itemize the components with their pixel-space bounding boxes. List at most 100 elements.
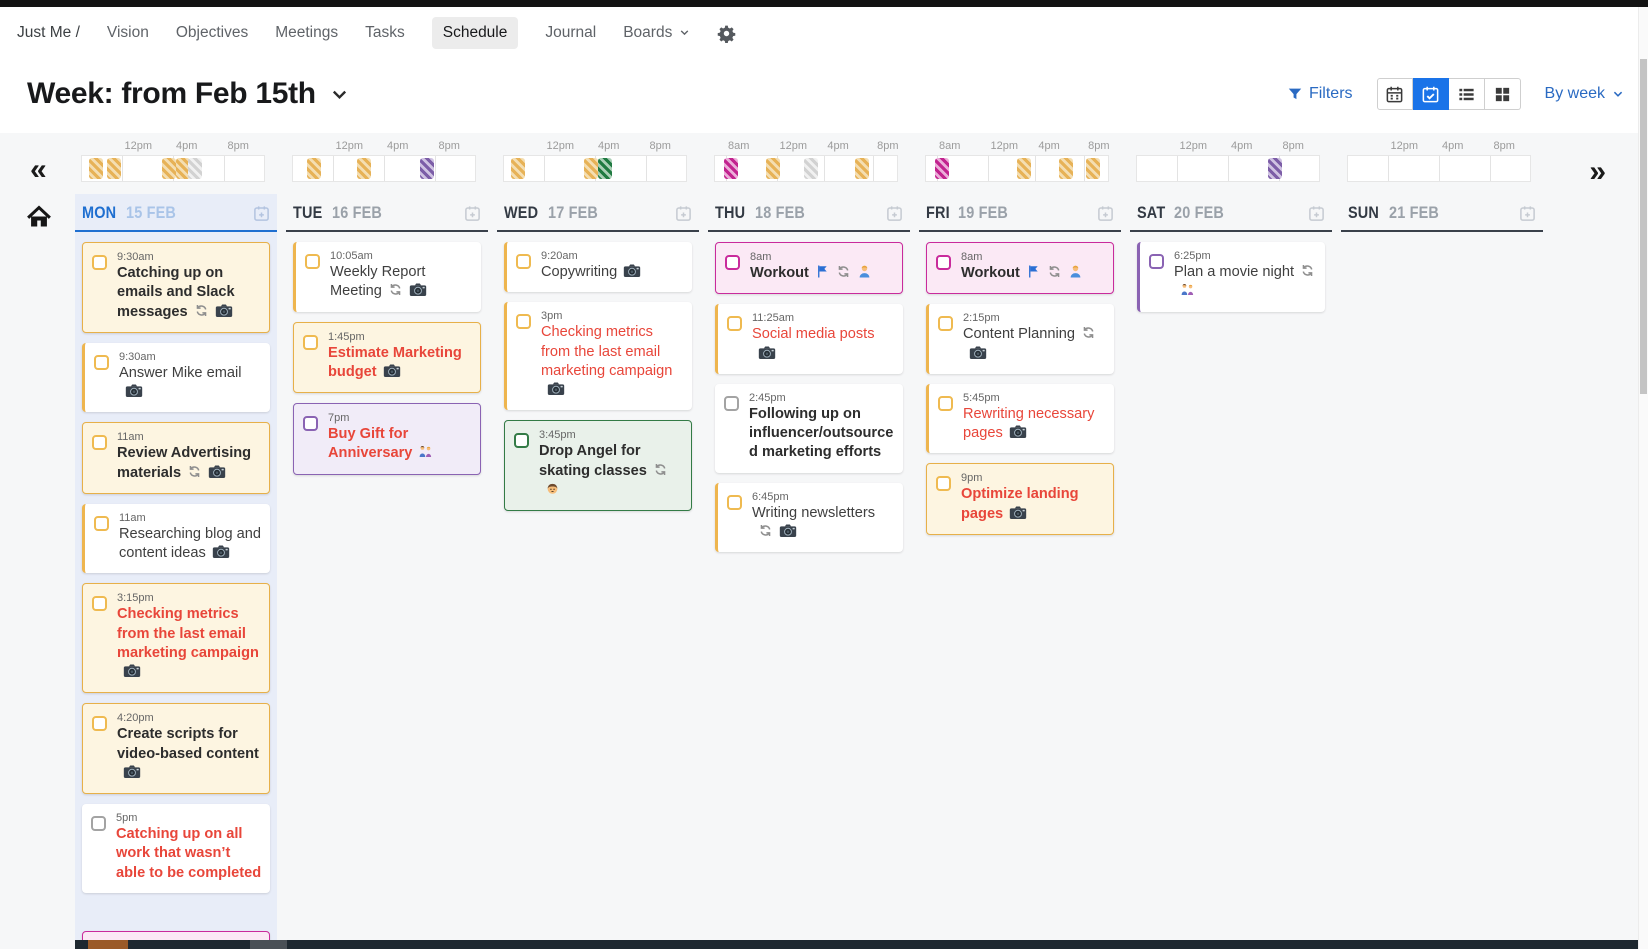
task-card[interactable]: 9:30amCatching up on emails and Slack me… — [82, 242, 270, 333]
task-checkbox[interactable] — [303, 416, 318, 431]
task-title: Weekly Report Meeting — [330, 263, 473, 302]
task-card[interactable]: 4:20pmCreate scripts for video-based con… — [82, 703, 270, 794]
home-icon[interactable] — [26, 205, 52, 229]
task-checkbox[interactable] — [303, 335, 318, 350]
period-selector[interactable]: By week — [1545, 85, 1624, 103]
day-header-mon: MON15 FEB — [75, 194, 277, 232]
day-body: WED17 FEB9:20amCopywriting3pmChecking me… — [497, 194, 699, 949]
task-card[interactable]: 11:25amSocial media posts — [715, 304, 903, 374]
calendar-plus-icon — [1097, 205, 1114, 222]
recurring-icon — [653, 463, 668, 479]
task-card[interactable]: 2:45pmFollowing up on influencer/outsour… — [715, 384, 903, 473]
day-body: THU18 FEB8amWorkout11:25amSocial media p… — [708, 194, 910, 949]
scrollbar-thumb[interactable] — [1640, 59, 1647, 394]
bottom-strip-segment — [88, 940, 128, 949]
recurring-icon — [187, 465, 202, 481]
list-icon — [1457, 85, 1476, 104]
camera-icon — [123, 664, 141, 680]
task-checkbox[interactable] — [724, 396, 739, 411]
task-card[interactable]: 6:45pmWriting newsletters — [715, 483, 903, 553]
task-checkbox[interactable] — [94, 355, 109, 370]
add-task-calendar-icon[interactable] — [253, 205, 270, 222]
task-card[interactable]: 9pmOptimize landing pages — [926, 463, 1114, 535]
add-task-calendar-icon[interactable] — [1097, 205, 1114, 222]
planner-view-button[interactable] — [1413, 78, 1449, 110]
day-date: 18 FEB — [755, 203, 805, 223]
recurring-icon — [1081, 326, 1096, 342]
task-card[interactable]: 1:45pmEstimate Marketing budget — [293, 322, 481, 394]
timeline-hour-label: 12pm — [124, 140, 152, 152]
title-chevron-down-icon[interactable] — [330, 85, 349, 104]
add-task-calendar-icon[interactable] — [886, 205, 903, 222]
filters-button[interactable]: Filters — [1287, 85, 1353, 103]
task-list: 9:30amCatching up on emails and Slack me… — [75, 232, 277, 949]
workspace-label[interactable]: Just Me / — [17, 24, 80, 42]
task-card[interactable]: 3:45pmDrop Angel for skating classes — [504, 420, 692, 511]
previous-week-button[interactable]: « — [30, 155, 47, 185]
nav-item-journal[interactable]: Journal — [545, 24, 596, 42]
task-card[interactable]: 3:15pmChecking metrics from the last ema… — [82, 583, 270, 693]
board-view-button[interactable] — [1485, 78, 1521, 110]
task-checkbox[interactable] — [936, 255, 951, 270]
task-checkbox[interactable] — [92, 255, 107, 270]
next-week-button[interactable]: » — [1589, 157, 1606, 187]
vertical-scrollbar[interactable] — [1638, 7, 1648, 949]
task-checkbox[interactable] — [92, 716, 107, 731]
task-card[interactable]: 7pmBuy Gift for Anniversary — [293, 403, 481, 475]
task-checkbox[interactable] — [1149, 254, 1164, 269]
day-name: TUE — [293, 203, 322, 223]
task-card[interactable]: 5pmCatching up on all work that wasn’t a… — [82, 804, 270, 893]
task-checkbox[interactable] — [516, 254, 531, 269]
add-task-calendar-icon[interactable] — [1308, 205, 1325, 222]
task-card[interactable]: 8amWorkout — [926, 242, 1114, 294]
recurring-icon — [758, 524, 773, 540]
task-checkbox[interactable] — [936, 476, 951, 491]
list-view-button[interactable] — [1449, 78, 1485, 110]
week-calendar: « » 12pm4pm8pmMON15 FEB9:30amCatching up… — [0, 133, 1648, 949]
task-checkbox[interactable] — [91, 816, 106, 831]
task-checkbox[interactable] — [94, 516, 109, 531]
task-checkbox[interactable] — [92, 435, 107, 450]
task-checkbox[interactable] — [92, 596, 107, 611]
nav-item-boards[interactable]: Boards — [623, 24, 689, 42]
task-checkbox[interactable] — [305, 254, 320, 269]
task-card[interactable]: 2:15pmContent Planning — [926, 304, 1114, 374]
task-card[interactable]: 8amWorkout — [715, 242, 903, 294]
nav-item-schedule[interactable]: Schedule — [432, 17, 519, 49]
nav-item-meetings[interactable]: Meetings — [275, 24, 338, 42]
timeline-hour-label: 8pm — [1494, 140, 1515, 152]
add-task-calendar-icon[interactable] — [1519, 205, 1536, 222]
camera-icon — [758, 346, 776, 362]
calendar-view-button[interactable] — [1377, 78, 1413, 110]
task-checkbox[interactable] — [727, 495, 742, 510]
task-card[interactable]: 3pmChecking metrics from the last email … — [504, 302, 692, 410]
task-checkbox[interactable] — [938, 396, 953, 411]
task-list: 10:05amWeekly Report Meeting 1:45pmEstima… — [286, 232, 488, 483]
task-card[interactable]: 9:20amCopywriting — [504, 242, 692, 292]
task-checkbox[interactable] — [727, 316, 742, 331]
filters-label: Filters — [1309, 85, 1353, 103]
page-header: Week: from Feb 15th Filters By week — [0, 62, 1624, 126]
flag-icon — [1026, 265, 1041, 281]
task-card[interactable]: 9:30amAnswer Mike email — [82, 343, 270, 413]
add-task-calendar-icon[interactable] — [675, 205, 692, 222]
add-task-calendar-icon[interactable] — [464, 205, 481, 222]
task-card[interactable]: 6:25pmPlan a movie night — [1137, 242, 1325, 312]
timeline-task-bar — [307, 158, 321, 179]
task-checkbox[interactable] — [938, 316, 953, 331]
task-card[interactable]: 5:45pmRewriting necessary pages — [926, 384, 1114, 454]
timeline-task-bar — [1059, 158, 1073, 179]
day-body: SAT20 FEB6:25pmPlan a movie night — [1130, 194, 1332, 949]
nav-item-objectives[interactable]: Objectives — [176, 24, 248, 42]
task-checkbox[interactable] — [516, 314, 531, 329]
calendar-plus-icon — [675, 205, 692, 222]
task-card[interactable]: 11amReview Advertising materials — [82, 422, 270, 494]
settings-gear-icon[interactable] — [717, 24, 736, 43]
task-checkbox[interactable] — [725, 255, 740, 270]
task-card[interactable]: 10:05amWeekly Report Meeting — [293, 242, 481, 312]
task-checkbox[interactable] — [514, 433, 529, 448]
nav-item-tasks[interactable]: Tasks — [365, 24, 405, 42]
task-title: Workout — [750, 264, 894, 283]
nav-item-vision[interactable]: Vision — [107, 24, 149, 42]
task-card[interactable]: 11amResearching blog and content ideas — [82, 504, 270, 574]
